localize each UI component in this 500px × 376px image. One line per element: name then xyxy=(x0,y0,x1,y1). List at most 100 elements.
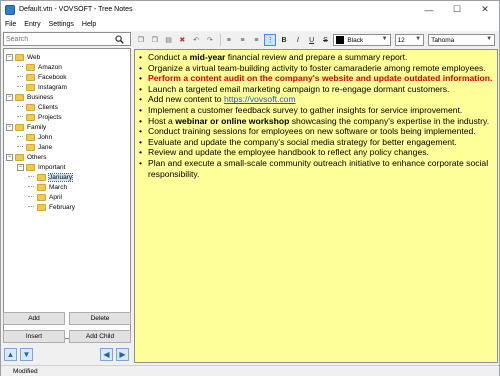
folder-icon xyxy=(37,203,46,211)
color-select[interactable]: Black ▼ xyxy=(333,34,391,46)
bold-text: webinar or online workshop xyxy=(175,115,290,126)
align-center-icon[interactable]: ≡ xyxy=(237,34,249,46)
insert-button[interactable]: Insert xyxy=(3,330,65,343)
folder-icon xyxy=(15,93,24,101)
tree-connector-line xyxy=(17,106,23,108)
toolbar-separator xyxy=(219,34,221,46)
note-text: Implement a customer feedback survey to … xyxy=(148,104,463,115)
collapse-icon[interactable]: − xyxy=(6,53,13,61)
tree-node-label: Clients xyxy=(38,103,58,111)
bold-icon[interactable]: B xyxy=(278,34,290,46)
menu-help[interactable]: Help xyxy=(82,21,96,28)
tree-connector xyxy=(28,204,37,211)
tree-connector-line xyxy=(17,86,23,88)
delete-button[interactable]: Delete xyxy=(69,312,131,325)
note-bullet-item: Review and update the employee handbook … xyxy=(139,147,493,158)
menu-file[interactable]: File xyxy=(5,21,16,28)
left-panel: − Web Amazon Facebook Instagram − Business Clie… xyxy=(3,32,131,367)
tree-node[interactable]: Clients xyxy=(17,102,58,112)
tree-connector-line xyxy=(28,186,34,188)
paste-icon[interactable]: ▤ xyxy=(163,34,175,46)
tree-node[interactable]: − Important xyxy=(17,162,65,172)
app-icon xyxy=(5,4,15,15)
font-name-select[interactable]: Tahoma ▼ xyxy=(428,34,496,46)
tree-node[interactable]: Amazon xyxy=(17,62,62,72)
tree-node[interactable]: − Web xyxy=(6,52,40,62)
add-child-button[interactable]: Add Child xyxy=(69,330,131,343)
maximize-icon[interactable]: ☐ xyxy=(443,1,471,18)
tree-node[interactable]: − Others xyxy=(6,152,47,162)
format-toolbar: ❐ ❐ ▤ ✖ ↶ ↷ ≡ ≡ ≡ ⋮ B I U S Black ▼ 12 ▼… xyxy=(135,32,499,48)
tree-node[interactable]: Jane xyxy=(17,142,52,152)
tree-node[interactable]: Facebook xyxy=(17,72,67,82)
note-text: Plan and execute a small-scale community… xyxy=(148,157,489,179)
search-input[interactable] xyxy=(4,35,112,43)
tree-node-label: February xyxy=(49,203,76,211)
tree-node[interactable]: − Business xyxy=(6,92,53,102)
note-text: Add new content to xyxy=(148,94,224,105)
tree-node[interactable]: February xyxy=(28,202,75,212)
move-right-icon[interactable]: ▶ xyxy=(116,348,129,361)
tree-node[interactable]: April xyxy=(28,192,62,202)
undo-icon[interactable]: ↶ xyxy=(190,34,202,46)
tree-node-label: Web xyxy=(27,53,41,61)
tree-node[interactable]: March xyxy=(28,182,67,192)
note-editor[interactable]: Conduct a mid-year financial review and … xyxy=(134,49,498,363)
folder-icon xyxy=(37,173,46,181)
note-bullet-item: Implement a customer feedback survey to … xyxy=(139,105,493,116)
hyperlink[interactable]: https://vovsoft.com xyxy=(224,94,296,104)
italic-icon[interactable]: I xyxy=(292,34,304,46)
tree-node-label: March xyxy=(49,183,68,191)
highlighted-text: Perform a content audit on the company's… xyxy=(148,73,493,84)
tree-connector-line xyxy=(17,66,23,68)
tree-node[interactable]: January xyxy=(28,172,74,182)
tree-node[interactable]: Projects xyxy=(17,112,61,122)
note-bullet-item: Evaluate and update the company's social… xyxy=(139,137,493,148)
collapse-icon[interactable]: − xyxy=(6,123,13,131)
font-size-select[interactable]: 12 ▼ xyxy=(394,34,425,46)
align-right-icon[interactable]: ≡ xyxy=(250,34,262,46)
tree-connector xyxy=(17,134,26,141)
tree-node[interactable]: John xyxy=(17,132,52,142)
note-bullet-item: Conduct training sessions for employees … xyxy=(139,126,493,137)
tree-connector xyxy=(28,174,37,181)
color-swatch xyxy=(336,36,345,44)
menu-settings[interactable]: Settings xyxy=(49,21,74,28)
collapse-icon[interactable]: − xyxy=(6,93,13,101)
collapse-icon[interactable]: − xyxy=(17,163,24,171)
align-left-icon[interactable]: ≡ xyxy=(223,34,235,46)
status-bar: Modified xyxy=(1,365,499,376)
bullet-list-icon[interactable]: ⋮ xyxy=(264,34,277,46)
close-icon[interactable]: ✕ xyxy=(471,1,499,18)
title-bar: Default.vtn - VOVSOFT - Tree Notes — ☐ ✕ xyxy=(1,1,499,18)
search-box xyxy=(3,32,131,46)
strikeout-icon[interactable]: S xyxy=(320,34,332,46)
chevron-down-icon: ▼ xyxy=(486,36,493,42)
move-left-icon[interactable]: ◀ xyxy=(100,348,113,361)
chevron-down-icon: ▼ xyxy=(381,36,388,42)
underline-icon[interactable]: U xyxy=(306,34,318,46)
note-tree[interactable]: − Web Amazon Facebook Instagram − Business Clie… xyxy=(3,48,131,339)
tree-connector-line xyxy=(17,136,23,138)
copy-icon[interactable]: ❐ xyxy=(135,34,147,46)
tree-connector xyxy=(28,194,37,201)
menu-entry[interactable]: Entry xyxy=(24,21,40,28)
note-bullet-item: Add new content to https://vovsoft.com xyxy=(139,94,493,105)
tree-node-label: Important xyxy=(38,163,66,171)
tree-node-label: Projects xyxy=(38,113,62,121)
collapse-icon[interactable]: − xyxy=(6,153,13,161)
folder-icon xyxy=(15,153,24,161)
tree-node-label: Jane xyxy=(38,143,53,151)
tree-node[interactable]: − Family xyxy=(6,122,46,132)
duplicate-icon[interactable]: ❐ xyxy=(149,34,161,46)
tree-connector xyxy=(17,104,26,111)
add-button[interactable]: Add xyxy=(3,312,65,325)
delete-icon[interactable]: ✖ xyxy=(176,34,188,46)
move-down-icon[interactable]: ▼ xyxy=(20,348,33,361)
tree-node[interactable]: Instagram xyxy=(17,82,67,92)
search-icon[interactable] xyxy=(112,33,126,45)
redo-icon[interactable]: ↷ xyxy=(204,34,216,46)
minimize-icon[interactable]: — xyxy=(415,1,443,18)
tree-node-label: Business xyxy=(27,93,54,101)
move-up-icon[interactable]: ▲ xyxy=(4,348,17,361)
